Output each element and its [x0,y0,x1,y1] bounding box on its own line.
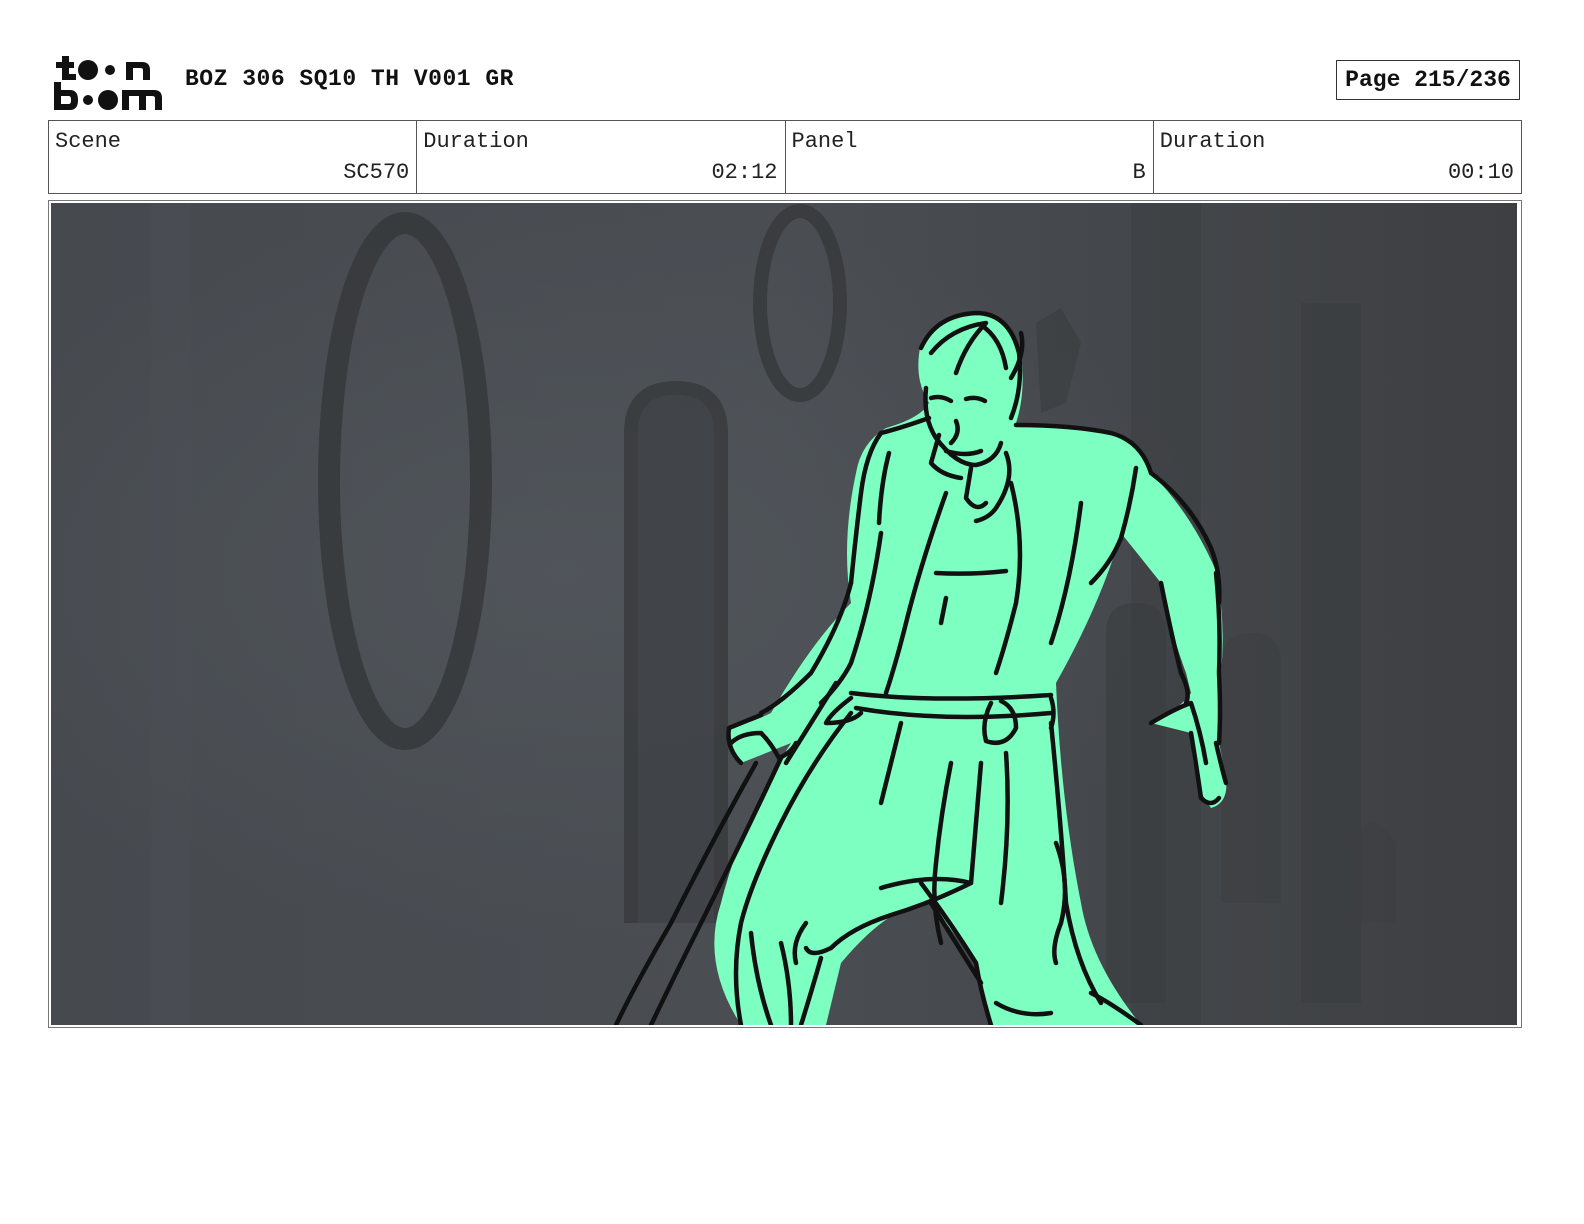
storyboard-panel-image [51,203,1517,1025]
scene-duration-cell: Duration 02:12 [417,121,786,193]
panel-value: B [1132,160,1146,185]
toon-boom-logo-mark [54,56,162,110]
panel-label: Panel [791,129,858,154]
document-title: BOZ 306 SQ10 TH V001 GR [185,66,514,92]
panel-duration-cell: Duration 00:10 [1154,121,1521,193]
scene-duration-label: Duration [423,129,529,154]
scene-value: SC570 [343,160,410,185]
panel-duration-value: 00:10 [1447,160,1514,185]
info-table: Scene SC570 Duration 02:12 Panel B Durat… [48,120,1522,194]
panel-duration-label: Duration [1159,129,1266,154]
storyboard-drawing [51,203,1517,1025]
page-number: Page 215/236 [1336,60,1520,100]
scene-label: Scene [55,129,122,154]
scene-cell: Scene SC570 [49,121,418,193]
panel-cell: Panel B [786,121,1154,193]
scene-duration-value: 02:12 [711,160,778,185]
toon-boom-logo [52,52,164,112]
